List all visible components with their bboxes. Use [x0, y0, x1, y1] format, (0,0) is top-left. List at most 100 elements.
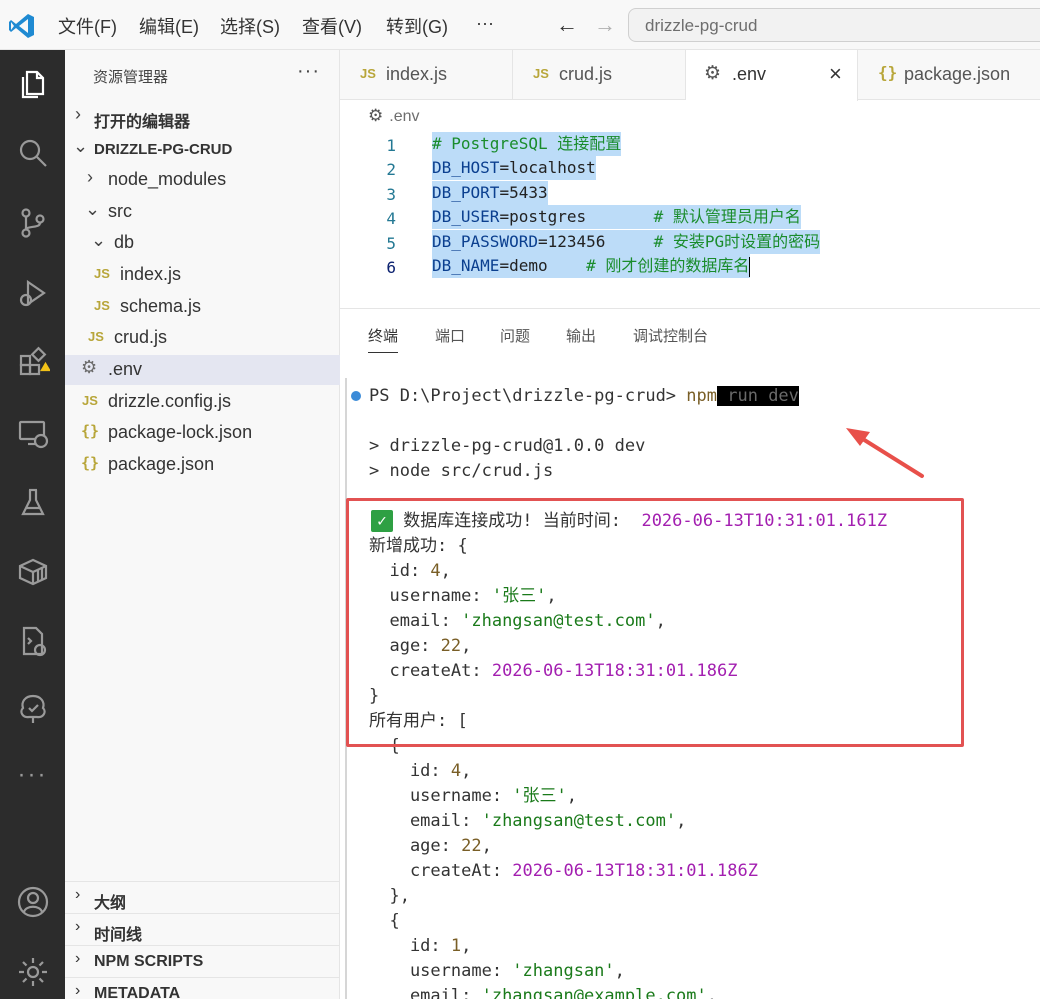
run-debug-icon[interactable]: [0, 267, 65, 319]
tree-item-db[interactable]: ⌄ db: [65, 228, 340, 258]
js-file-icon: JS: [360, 66, 376, 81]
terminal-line: id: 1,: [369, 936, 472, 956]
project-root[interactable]: ⌄ DRIZZLE-PG-CRUD: [65, 134, 340, 164]
npm-scripts-section[interactable]: › NPM SCRIPTS: [65, 945, 340, 977]
account-icon[interactable]: [0, 876, 65, 928]
chevron-down-icon: ⌄: [91, 230, 107, 250]
terminal-line: username: 'zhangsan',: [369, 961, 625, 981]
chevron-right-icon: ›: [75, 886, 81, 903]
menu-edit[interactable]: 编辑(E): [139, 13, 199, 39]
tree-item-src[interactable]: ⌄ src: [65, 197, 340, 227]
editor-tabs: JS index.js JS crud.js ⚙ .env × {} packa…: [340, 50, 1040, 101]
tree-item-schema-js[interactable]: JS schema.js: [65, 292, 340, 322]
tree-item-node-modules[interactable]: › node_modules: [65, 165, 340, 195]
close-icon[interactable]: ×: [829, 61, 842, 87]
line-number: 5: [386, 234, 396, 253]
chevron-right-icon: ›: [75, 982, 81, 999]
js-file-icon: JS: [94, 266, 110, 281]
explorer-more-actions[interactable]: ···: [297, 60, 320, 83]
tab-ports[interactable]: 端口: [435, 325, 465, 346]
title-bar: 文件(F) 编辑(E) 选择(S) 查看(V) 转到(G) ··· ← → dr…: [0, 0, 1040, 50]
tab-problems[interactable]: 问题: [500, 325, 530, 346]
menu-view[interactable]: 查看(V): [302, 13, 362, 39]
gear-icon: ⚙: [368, 106, 384, 125]
command-status-dot: [351, 391, 361, 401]
activity-bar: ···: [0, 50, 65, 999]
explorer-icon[interactable]: [0, 58, 65, 110]
terminal-line: },: [369, 886, 410, 906]
settings-gear-icon[interactable]: [0, 946, 65, 998]
json-file-icon: {}: [878, 63, 898, 82]
line-number: 4: [386, 209, 396, 228]
open-editors-section[interactable]: › 打开的编辑器: [65, 102, 340, 132]
source-control-icon[interactable]: [0, 197, 65, 249]
terminal-line: email: 'zhangsan@test.com',: [369, 811, 687, 831]
tree-item-env[interactable]: ⚙ .env: [65, 355, 340, 385]
tab-debug-console[interactable]: 调试控制台: [633, 325, 708, 346]
remote-explorer-icon[interactable]: [0, 407, 65, 459]
chevron-right-icon: ›: [75, 918, 81, 935]
chevron-down-icon: ⌄: [73, 136, 89, 156]
line-number: 2: [386, 160, 396, 179]
js-file-icon: JS: [94, 298, 110, 313]
containers-icon[interactable]: [0, 545, 65, 597]
line-number: 3: [386, 185, 396, 204]
outline-section[interactable]: › 大纲: [65, 881, 340, 913]
tab-index-js[interactable]: JS index.js: [340, 50, 513, 100]
tab-output[interactable]: 输出: [566, 325, 596, 346]
menu-file[interactable]: 文件(F): [58, 13, 117, 39]
search-icon[interactable]: [0, 127, 65, 179]
terminal-prompt-line: PS D:\Project\drizzle-pg-crud> npm run d…: [369, 386, 799, 406]
line-number: 1: [386, 136, 396, 155]
line-number: 6: [386, 258, 396, 277]
tree-item-package-lock[interactable]: {} package-lock.json: [65, 418, 340, 448]
gear-icon: ⚙: [81, 357, 98, 377]
forward-arrow-icon[interactable]: →: [594, 12, 616, 38]
breadcrumb[interactable]: ⚙ .env: [368, 106, 420, 126]
terminal-line: id: 4,: [369, 761, 472, 781]
chevron-down-icon: ⌄: [85, 199, 101, 219]
tree-item-drizzle-config[interactable]: JS drizzle.config.js: [65, 387, 340, 417]
chevron-right-icon: ›: [87, 167, 93, 187]
metadata-section[interactable]: › METADATA: [65, 977, 340, 999]
timeline-section[interactable]: › 时间线: [65, 913, 340, 945]
text-cursor: [749, 256, 751, 277]
tab-crud-js[interactable]: JS crud.js: [513, 50, 686, 100]
manage-extension-icon[interactable]: [0, 615, 65, 667]
code-line: DB_HOST=localhost: [432, 156, 596, 180]
highlight-box: [346, 498, 964, 747]
terminal-line: age: 22,: [369, 836, 492, 856]
command-center-search[interactable]: drizzle-pg-crud: [628, 8, 1040, 42]
tree-item-crud-js[interactable]: JS crud.js: [65, 323, 340, 353]
js-file-icon: JS: [533, 66, 549, 81]
chevron-right-icon: ›: [75, 104, 81, 124]
back-arrow-icon[interactable]: ←: [556, 12, 578, 38]
tab-terminal[interactable]: 终端: [368, 325, 399, 353]
terminal-line: > node src/crud.js: [369, 461, 554, 481]
tab-package-json[interactable]: {} package.json: [858, 50, 1040, 100]
menu-go[interactable]: 转到(G): [386, 13, 448, 39]
testing-icon[interactable]: [0, 477, 65, 529]
explorer-sidebar: 资源管理器 ··· › 打开的编辑器 ⌄ DRIZZLE-PG-CRUD › n…: [65, 50, 340, 999]
tree-item-package-json[interactable]: {} package.json: [65, 450, 340, 480]
command-center-label: drizzle-pg-crud: [645, 16, 758, 35]
json-file-icon: {}: [81, 454, 100, 472]
js-file-icon: JS: [82, 393, 98, 408]
tree-item-index-js[interactable]: JS index.js: [65, 260, 340, 290]
extensions-icon[interactable]: [0, 337, 65, 389]
terminal-line: > drizzle-pg-crud@1.0.0 dev: [369, 436, 646, 456]
js-file-icon: JS: [88, 329, 104, 344]
tab-env[interactable]: ⚙ .env ×: [686, 50, 858, 101]
code-line: DB_NAME=demo # 刚才创建的数据库名: [432, 254, 751, 278]
code-editor[interactable]: 1 # PostgreSQL 连接配置 2 DB_HOST=localhost …: [340, 130, 1040, 308]
chevron-right-icon: ›: [75, 950, 81, 967]
tree-icon[interactable]: [0, 683, 65, 735]
more-views-icon[interactable]: ···: [0, 749, 65, 801]
code-line: # PostgreSQL 连接配置: [432, 132, 622, 156]
terminal-line: email: 'zhangsan@example.com',: [369, 986, 718, 999]
menu-selection[interactable]: 选择(S): [220, 13, 280, 39]
menu-more[interactable]: ···: [476, 13, 494, 34]
terminal-line: createAt: 2026-06-13T18:31:01.186Z: [369, 861, 758, 881]
code-line: DB_PORT=5433: [432, 181, 548, 205]
code-line: DB_USER=postgres # 默认管理员用户名: [432, 205, 801, 229]
